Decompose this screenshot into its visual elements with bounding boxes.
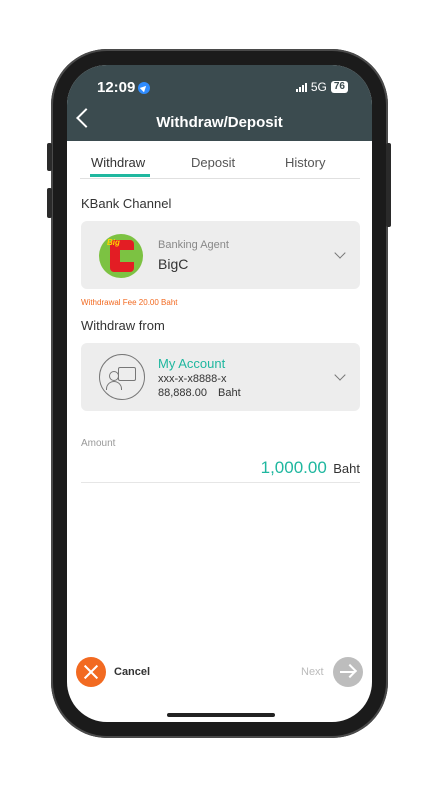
next-arrow-icon[interactable] <box>333 657 363 687</box>
account-number: xxx-x-x8888-x <box>158 373 227 385</box>
account-selector[interactable]: My Account xxx-x-x8888-x 88,888.00 Baht <box>81 343 360 411</box>
amount-underline <box>81 482 360 483</box>
home-indicator[interactable] <box>167 713 275 717</box>
header-bar: 12:09 5G 76 Withdraw/Deposit <box>67 65 372 141</box>
phone-side-button <box>386 143 391 227</box>
active-tab-indicator <box>90 174 150 177</box>
tab-history[interactable]: History <box>285 155 325 170</box>
chevron-down-icon <box>334 369 346 381</box>
clock-text: 12:09 <box>97 79 136 96</box>
channel-type-label: Banking Agent <box>158 239 229 251</box>
phone-side-button <box>47 143 52 171</box>
cancel-icon[interactable] <box>76 657 106 687</box>
status-indicators: 5G 76 <box>295 80 348 94</box>
account-balance: 88,888.00 <box>158 387 207 399</box>
status-time: 12:09 <box>97 79 151 96</box>
next-arrow-head <box>342 663 358 679</box>
bigc-logo-icon: Big <box>99 234 143 278</box>
account-card-icon <box>99 354 145 400</box>
person-head <box>109 371 119 381</box>
amount-input[interactable]: 1,000.00 Baht <box>261 458 360 478</box>
chevron-down-icon <box>334 247 346 259</box>
person-body <box>106 381 122 390</box>
withdrawal-fee-text: Withdrawal Fee 20.00 Baht <box>81 298 178 307</box>
amount-currency: Baht <box>333 461 360 476</box>
battery-icon: 76 <box>330 81 348 93</box>
cancel-button[interactable]: Cancel <box>114 666 150 678</box>
amount-label: Amount <box>81 438 116 449</box>
phone-side-button <box>47 188 52 218</box>
bigc-logo-text: Big <box>107 238 120 247</box>
withdraw-from-label: Withdraw from <box>81 318 165 333</box>
network-text: 5G <box>310 80 327 94</box>
channel-name: BigC <box>158 256 189 272</box>
next-button[interactable]: Next <box>301 666 324 678</box>
location-arrow-icon <box>138 82 151 95</box>
signal-icon <box>295 82 307 92</box>
amount-value: 1,000.00 <box>260 458 327 477</box>
card-shape <box>118 367 136 381</box>
channel-selector[interactable]: Big Banking Agent BigC <box>81 221 360 289</box>
channel-section-label: KBank Channel <box>81 196 172 211</box>
account-name: My Account <box>158 356 226 371</box>
tab-withdraw[interactable]: Withdraw <box>91 155 145 170</box>
app-screen: 12:09 5G 76 Withdraw/Deposit Withdraw De… <box>67 65 372 722</box>
tab-bar: Withdraw Deposit History <box>80 152 360 179</box>
page-title: Withdraw/Deposit <box>156 114 283 131</box>
tab-deposit[interactable]: Deposit <box>191 155 235 170</box>
account-balance-row: 88,888.00 Baht <box>158 387 241 399</box>
account-currency: Baht <box>218 387 241 399</box>
